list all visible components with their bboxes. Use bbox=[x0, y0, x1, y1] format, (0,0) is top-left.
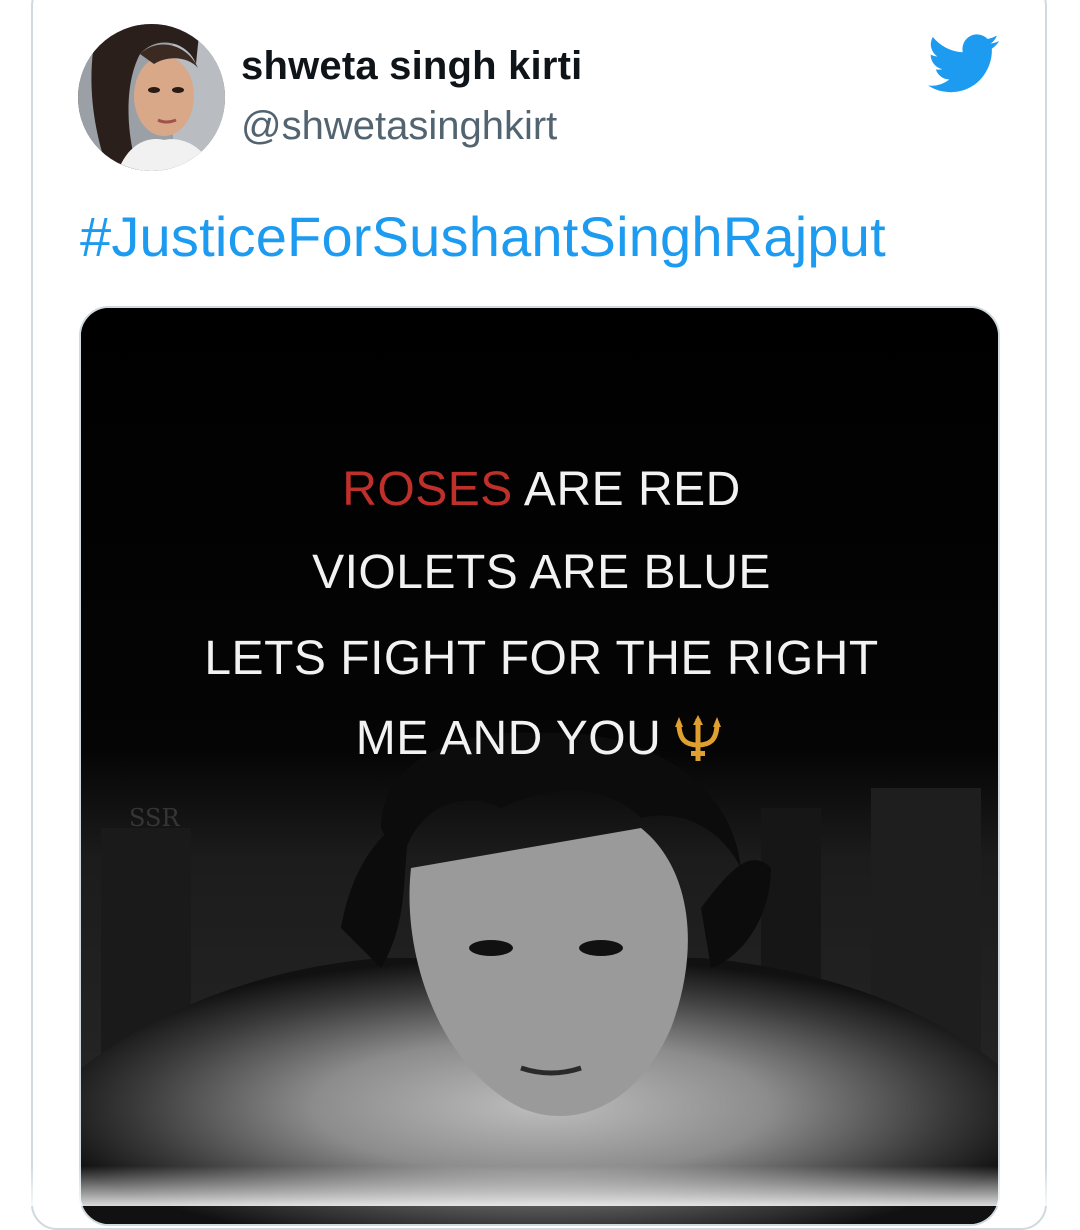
poem-line-3: LETS FIGHT FOR THE RIGHT bbox=[204, 632, 879, 685]
user-handle[interactable]: @shwetasinghkirt bbox=[241, 104, 557, 149]
trident-emoji-icon bbox=[675, 715, 722, 762]
poem-line-2: VIOLETS ARE BLUE bbox=[312, 546, 771, 599]
avatar-photo bbox=[78, 24, 225, 171]
tweet-media-image[interactable]: ROSES ARE RED VIOLETS ARE BLUE LETS FIGH… bbox=[79, 306, 1000, 1226]
poem-line-1: ROSES ARE RED bbox=[81, 462, 998, 517]
ssr-watermark: SSR bbox=[129, 804, 180, 832]
display-name[interactable]: shweta singh kirti bbox=[241, 44, 582, 89]
poem-line-1-rest: ARE RED bbox=[523, 463, 741, 516]
twitter-bird-icon[interactable] bbox=[928, 34, 1000, 94]
media-photo bbox=[81, 308, 998, 1224]
poem-line-4-text: ME AND YOU bbox=[355, 712, 662, 765]
poem-line-4: ME AND YOU bbox=[81, 711, 998, 766]
avatar[interactable] bbox=[78, 24, 225, 171]
bottom-fade bbox=[0, 1166, 1080, 1206]
poem-red-word: ROSES bbox=[342, 463, 513, 516]
hashtag-link[interactable]: #JusticeForSushantSinghRajput bbox=[80, 204, 886, 269]
